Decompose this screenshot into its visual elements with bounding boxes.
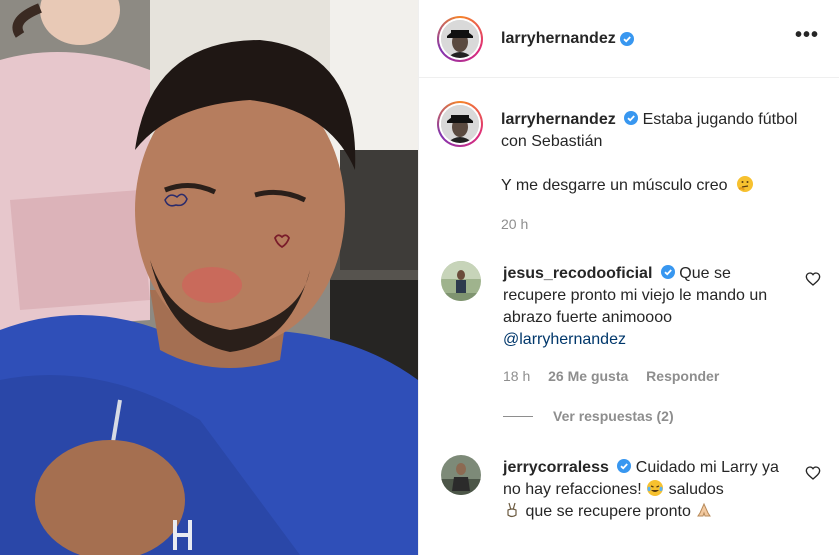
comment-mention-link[interactable]: @larryhernandez bbox=[503, 331, 626, 348]
post-sidebar: larryhernandez ••• larryhernandez Estaba… bbox=[418, 0, 839, 555]
author-avatar[interactable] bbox=[437, 15, 483, 62]
commenter-username[interactable]: jerrycorraless bbox=[503, 459, 609, 476]
reply-button[interactable]: Responder bbox=[646, 368, 719, 384]
comment-text-2: saludos bbox=[668, 481, 724, 498]
avatar-image bbox=[441, 261, 481, 301]
caption-text-2: Y me desgarre un músculo creo bbox=[501, 177, 728, 194]
commenter-avatar[interactable] bbox=[441, 455, 481, 495]
post-header: larryhernandez ••• bbox=[419, 0, 839, 78]
victory-hand-emoji-icon bbox=[507, 502, 517, 518]
post-media[interactable] bbox=[0, 0, 418, 555]
verified-badge-icon bbox=[624, 111, 639, 125]
caption-avatar[interactable] bbox=[437, 101, 483, 147]
avatar-image bbox=[441, 19, 479, 58]
view-replies-label: Ver respuestas (2) bbox=[553, 408, 674, 424]
avatar-image bbox=[441, 105, 479, 143]
folded-hands-emoji-icon bbox=[697, 502, 712, 517]
comment-timestamp[interactable]: 18 h bbox=[503, 368, 530, 384]
replies-divider bbox=[503, 415, 533, 417]
like-heart-icon[interactable] bbox=[805, 271, 821, 287]
more-options-icon[interactable]: ••• bbox=[795, 24, 819, 47]
thinking-face-emoji-icon bbox=[736, 176, 753, 192]
comment-meta: 18 h 26 Me gusta Responder bbox=[503, 365, 793, 387]
comment-item: jesus_recodooficial Que se recupere pron… bbox=[441, 261, 821, 387]
commenter-avatar[interactable] bbox=[441, 261, 481, 301]
view-replies-button[interactable]: Ver respuestas (2) bbox=[503, 408, 674, 424]
caption-username[interactable]: larryhernandez bbox=[501, 111, 616, 128]
comment-text-3: que se recupere pronto bbox=[525, 503, 691, 520]
laughing-tears-emoji-icon bbox=[647, 480, 664, 496]
author-username[interactable]: larryhernandez bbox=[501, 30, 616, 48]
post-caption: larryhernandez Estaba jugando fútbol con… bbox=[437, 101, 827, 235]
verified-badge-icon bbox=[617, 459, 632, 473]
comments-area[interactable]: larryhernandez Estaba jugando fútbol con… bbox=[419, 79, 839, 555]
comment-likes[interactable]: 26 Me gusta bbox=[548, 368, 628, 384]
post-video-frame bbox=[0, 0, 418, 555]
verified-badge-icon bbox=[619, 31, 634, 46]
caption-timestamp[interactable]: 20 h bbox=[501, 213, 827, 235]
like-heart-icon[interactable] bbox=[805, 465, 821, 481]
comment-item: jerrycorraless Cuidado mi Larry ya no ha… bbox=[441, 455, 821, 523]
avatar-image bbox=[441, 455, 481, 495]
commenter-username[interactable]: jesus_recodooficial bbox=[503, 265, 652, 282]
verified-badge-icon bbox=[660, 265, 675, 279]
